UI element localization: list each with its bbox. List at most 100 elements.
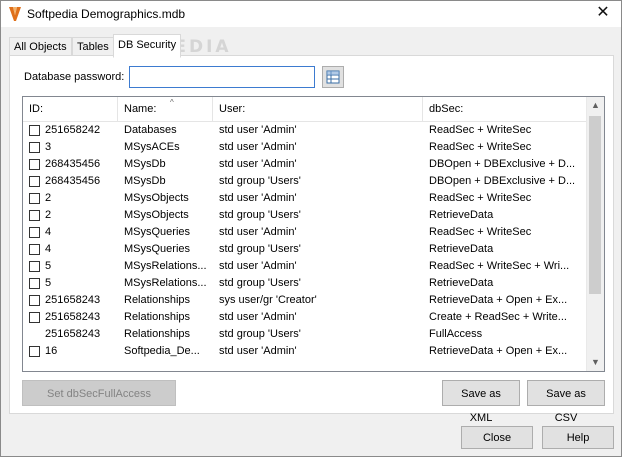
table-row[interactable]: 3 MSysACEs std user 'Admin' ReadSec + Write… [23, 139, 587, 156]
row-checkbox[interactable] [29, 278, 40, 289]
cell-id: 5 [45, 260, 52, 272]
help-button[interactable]: Help [542, 426, 614, 449]
title-bar: Softpedia Demographics.mdb ✕ [1, 1, 621, 27]
column-header-user[interactable]: User: [213, 97, 423, 121]
row-checkbox[interactable] [29, 176, 40, 187]
table-row[interactable]: 2 MSysObjects std user 'Admin' ReadSec + Wr… [23, 190, 587, 207]
table-row[interactable]: 4 MSysQueries std user 'Admin' ReadSec + Wr… [23, 224, 587, 241]
cell-dbsec: ReadSec + WriteSec [429, 192, 532, 204]
cell-id: 268435456 [45, 158, 101, 170]
table-row[interactable]: 5 MSysRelations... std group 'Users' Retrie… [23, 275, 587, 292]
cell-id: 251658243 [45, 311, 101, 323]
sort-ascending-icon: ^ [170, 98, 174, 107]
cell-id: 4 [45, 243, 52, 255]
table-row[interactable]: 251658243 Relationships std group 'Users' F… [23, 326, 587, 343]
cell-user: std group 'Users' [219, 175, 301, 187]
cell-name: MSysQueries [124, 226, 191, 238]
close-window-icon[interactable]: ✕ [593, 3, 613, 23]
scroll-down-icon[interactable]: ▼ [587, 354, 604, 371]
main-window: Softpedia Demographics.mdb ✕ SOFTPEDIA A… [0, 0, 622, 457]
cell-dbsec: ReadSec + WriteSec [429, 124, 532, 136]
cell-user: std group 'Users' [219, 209, 301, 221]
cell-id: 3 [45, 141, 52, 153]
table-row[interactable]: 251658243 Relationships sys user/gr 'Creat… [23, 292, 587, 309]
cell-name: Relationships [124, 294, 191, 306]
cell-name: MSysDb [124, 175, 166, 187]
tab-tables[interactable]: Tables [72, 37, 114, 56]
table-header: ID: Name: ^ User: dbSec: [23, 97, 587, 122]
close-button[interactable]: Close [461, 426, 533, 449]
table-row[interactable]: 251658243 Relationships std user 'Admin' Cr… [23, 309, 587, 326]
cell-dbsec: DBOpen + DBExclusive + D... [429, 175, 576, 187]
cell-user: std group 'Users' [219, 277, 301, 289]
cell-user: std group 'Users' [219, 328, 301, 340]
table-row[interactable]: 2 MSysObjects std group 'Users' RetrieveDat… [23, 207, 587, 224]
row-checkbox[interactable] [29, 125, 40, 136]
cell-dbsec: ReadSec + WriteSec + Wri... [429, 260, 570, 272]
table-row[interactable]: 268435456 MSysDb std user 'Admin' DBOpen + … [23, 156, 587, 173]
cell-dbsec: Create + ReadSec + Write... [429, 311, 567, 323]
vertical-scrollbar[interactable]: ▲ ▼ [586, 97, 604, 371]
cell-user: sys user/gr 'Creator' [219, 294, 317, 306]
table-row[interactable]: 5 MSysRelations... std user 'Admin' ReadSec… [23, 258, 587, 275]
row-checkbox[interactable] [29, 159, 40, 170]
row-checkbox[interactable] [29, 142, 40, 153]
cell-user: std user 'Admin' [219, 192, 297, 204]
column-header-dbsec[interactable]: dbSec: [423, 97, 587, 121]
cell-name: MSysObjects [124, 192, 189, 204]
row-checkbox[interactable] [29, 295, 40, 306]
column-header-name[interactable]: Name: [118, 97, 213, 121]
cell-name: MSysRelations... [124, 260, 207, 272]
cell-name: Relationships [124, 328, 191, 340]
cell-user: std user 'Admin' [219, 124, 297, 136]
cell-dbsec: RetrieveData + Open + Ex... [429, 294, 568, 306]
row-checkbox[interactable] [29, 346, 40, 357]
table-row[interactable]: 16 Softpedia_De... std user 'Admin' Retriev… [23, 343, 587, 360]
table-row[interactable]: 251658242 Databases std user 'Admin' ReadSe… [23, 122, 587, 139]
cell-dbsec: FullAccess [429, 328, 483, 340]
row-checkbox[interactable] [29, 210, 40, 221]
cell-user: std user 'Admin' [219, 226, 297, 238]
scroll-thumb[interactable] [589, 116, 601, 294]
cell-name: MSysDb [124, 158, 166, 170]
cell-user: std user 'Admin' [219, 158, 297, 170]
window-title: Softpedia Demographics.mdb [27, 7, 186, 21]
db-security-panel: Database password: ID: Name: ^ User: dbS… [9, 55, 614, 424]
row-checkbox[interactable] [29, 193, 40, 204]
cell-name: Softpedia_De... [124, 345, 200, 357]
cell-id: 268435456 [45, 175, 101, 187]
row-checkbox[interactable] [29, 261, 40, 272]
cell-id: 251658243 [45, 294, 101, 306]
app-logo-icon [7, 6, 23, 22]
cell-dbsec: RetrieveData + Open + Ex... [429, 345, 568, 357]
cell-dbsec: RetrieveData [429, 209, 494, 221]
tab-all-objects[interactable]: All Objects [9, 37, 72, 56]
cell-dbsec: ReadSec + WriteSec [429, 141, 532, 153]
scroll-up-icon[interactable]: ▲ [587, 97, 604, 114]
cell-name: MSysObjects [124, 209, 189, 221]
password-label: Database password: [24, 71, 125, 83]
cell-dbsec: DBOpen + DBExclusive + D... [429, 158, 576, 170]
cell-name: Databases [124, 124, 177, 136]
cell-user: std user 'Admin' [219, 311, 297, 323]
cell-id: 251658243 [45, 328, 101, 340]
row-checkbox[interactable] [29, 312, 40, 323]
table-row[interactable]: 268435456 MSysDb std group 'Users' DBOpen +… [23, 173, 587, 190]
apply-password-button[interactable] [322, 66, 344, 88]
row-checkbox[interactable] [29, 244, 40, 255]
password-input[interactable] [129, 66, 315, 88]
column-header-id[interactable]: ID: [23, 97, 118, 121]
cell-id: 2 [45, 192, 52, 204]
row-checkbox[interactable] [29, 227, 40, 238]
cell-dbsec: RetrieveData [429, 277, 494, 289]
cell-dbsec: RetrieveData [429, 243, 494, 255]
cell-user: std user 'Admin' [219, 345, 297, 357]
save-as-csv-button[interactable]: Save as CSV [527, 380, 605, 424]
tab-db-security[interactable]: DB Security [113, 34, 182, 58]
set-full-access-button[interactable]: Set dbSecFullAccess [22, 380, 176, 406]
cell-id: 5 [45, 277, 52, 289]
save-as-xml-button[interactable]: Save as XML [442, 380, 520, 424]
cell-user: std user 'Admin' [219, 141, 297, 153]
table-row[interactable]: 4 MSysQueries std group 'Users' RetrieveDat… [23, 241, 587, 258]
cell-name: MSysRelations... [124, 277, 207, 289]
